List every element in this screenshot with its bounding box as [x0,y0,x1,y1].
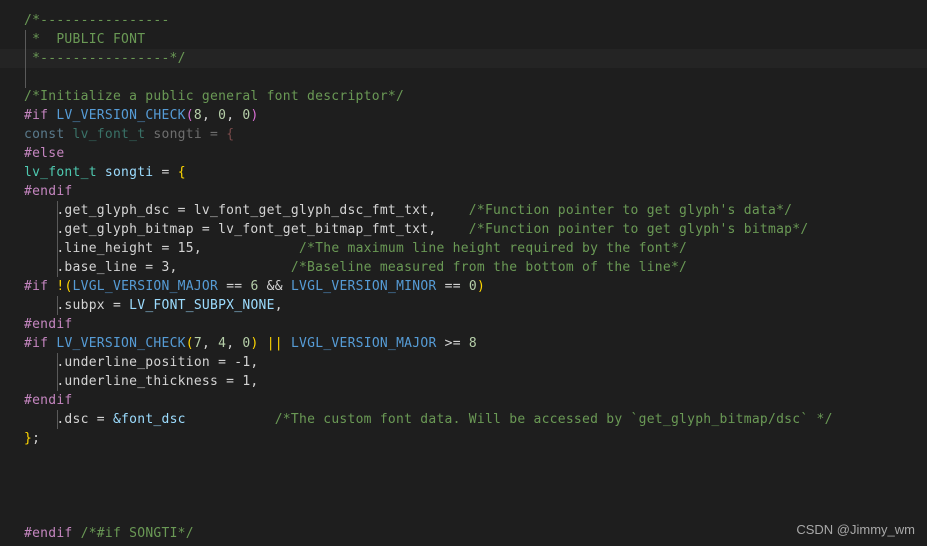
comment-base-line: /*Baseline measured from the bottom of t… [290,260,688,275]
value-font-dsc: &font_dsc [112,412,186,427]
code-line-15: #if !(LVGL_VERSION_MAJOR == 6 && LVGL_VE… [24,277,927,296]
paren-open-2: ( [64,279,73,294]
comment-dsc: /*The custom font data. Will be accessed… [274,412,833,427]
comma-subpx: , [274,298,283,313]
macro-lv-version-check: LV_VERSION_CHECK [56,108,186,123]
arg-patch: 0 [242,108,251,123]
arg-major-2: 7 [193,336,202,351]
code-line-10: #endif [24,182,927,201]
member-get-glyph-dsc: .get_glyph_dsc = lv_font_get_glyph_dsc_f… [24,203,437,218]
semicolon: ; [32,431,41,446]
var-songti-inactive: songti [153,127,202,142]
code-line-16: .subpx = LV_FONT_SUBPX_NONE, [24,296,927,315]
number-8: 8 [468,336,477,351]
keyword-const: const [24,127,65,142]
number-6: 6 [250,279,259,294]
member-line-height: .line_height = 15, [24,241,202,256]
code-line-27-blank [24,505,927,524]
paren-open: ( [185,108,194,123]
arg-minor-2: 4 [218,336,227,351]
code-line-14: .base_line = 3, /*Baseline measured from… [24,258,927,277]
arg-patch-2: 0 [242,336,251,351]
comment-block-close: *----------------*/ [24,51,186,66]
var-songti: songti [104,165,154,180]
macro-lvgl-version-major-2: LVGL_VERSION_MAJOR [290,336,437,351]
comment-block-title: * PUBLIC FONT [24,32,146,47]
arg-minor: 0 [218,108,227,123]
member-base-line: .base_line = 3, [24,260,178,275]
equals-operator: = [161,165,170,180]
brace-open-inactive: { [226,127,235,142]
brace-open: { [177,165,186,180]
code-line-4-blank [24,68,927,87]
member-underline-thickness: .underline_thickness = 1, [24,374,259,389]
directive-if-2: #if [24,279,49,294]
code-line-22: .dsc = &font_dsc /*The custom font data.… [24,410,927,429]
brace-close: } [24,431,33,446]
directive-endif-3: #endif [24,393,73,408]
comment-endif-songti: /*#if SONGTI*/ [80,526,194,541]
code-line-20: .underline_thickness = 1, [24,372,927,391]
code-line-11: .get_glyph_dsc = lv_font_get_glyph_dsc_f… [24,201,927,220]
macro-lvgl-version-major: LVGL_VERSION_MAJOR [72,279,219,294]
paren-close: ) [250,108,259,123]
equals-inactive: = [210,127,219,142]
code-line-9: lv_font_t songti = { [24,163,927,182]
code-line-28: #endif /*#if SONGTI*/ [24,524,927,543]
code-line-24-blank [24,448,927,467]
code-line-3: *----------------*/ [24,49,927,68]
comment-block-open: /*---------------- [24,13,170,28]
code-line-25-blank [24,467,927,486]
macro-lvgl-version-minor: LVGL_VERSION_MINOR [290,279,437,294]
code-line-7-inactive: const lv_font_t songti = { [24,125,927,144]
constant-lv-font-subpx-none: LV_FONT_SUBPX_NONE [129,298,275,313]
directive-else: #else [24,146,65,161]
number-0: 0 [468,279,477,294]
code-line-19: .underline_position = -1, [24,353,927,372]
code-line-23: }; [24,429,927,448]
type-lv-font-t: lv_font_t [24,165,97,180]
equality-operator-2: == [444,279,461,294]
code-line-2: * PUBLIC FONT [24,30,927,49]
code-line-1: /*---------------- [24,11,927,30]
macro-lv-version-check-2: LV_VERSION_CHECK [56,336,186,351]
comment-line-height: /*The maximum line height required by th… [298,241,688,256]
member-dsc: .dsc = [24,412,113,427]
type-lv-font-t-inactive: lv_font_t [72,127,146,142]
directive-if: #if [24,108,49,123]
greater-equal-operator: >= [444,336,461,351]
directive-if-3: #if [24,336,49,351]
paren-close-3: ) [250,336,259,351]
member-underline-position: .underline_position = -1, [24,355,259,370]
comment-initialize-descriptor: /*Initialize a public general font descr… [24,89,405,104]
code-line-5: /*Initialize a public general font descr… [24,87,927,106]
watermark-csdn: CSDN @Jimmy_wm [796,522,915,537]
code-editor[interactable]: /*---------------- * PUBLIC FONT *------… [0,0,927,546]
directive-endif-1: #endif [24,184,73,199]
paren-open-3: ( [185,336,194,351]
code-content[interactable]: /*---------------- * PUBLIC FONT *------… [0,11,927,543]
logical-and: && [266,279,283,294]
code-line-26-blank [24,486,927,505]
code-line-13: .line_height = 15, /*The maximum line he… [24,239,927,258]
code-line-21: #endif [24,391,927,410]
arg-major: 8 [193,108,202,123]
comment-get-glyph-dsc: /*Function pointer to get glyph's data*/ [468,203,793,218]
logical-or: || [266,336,283,351]
code-line-18: #if LV_VERSION_CHECK(7, 4, 0) || LVGL_VE… [24,336,477,351]
directive-endif-final: #endif [24,526,73,541]
directive-endif-2: #endif [24,317,73,332]
code-line-6: #if LV_VERSION_CHECK(8, 0, 0) [24,108,259,123]
comment-get-glyph-bitmap: /*Function pointer to get glyph's bitmap… [468,222,809,237]
code-line-12: .get_glyph_bitmap = lv_font_get_bitmap_f… [24,220,927,239]
paren-close-2: ) [476,279,486,294]
member-subpx: .subpx = [24,298,130,313]
equality-operator-1: == [226,279,243,294]
code-line-17: #endif [24,315,927,334]
member-get-glyph-bitmap: .get_glyph_bitmap = lv_font_get_bitmap_f… [24,222,437,237]
code-line-8: #else [24,144,927,163]
